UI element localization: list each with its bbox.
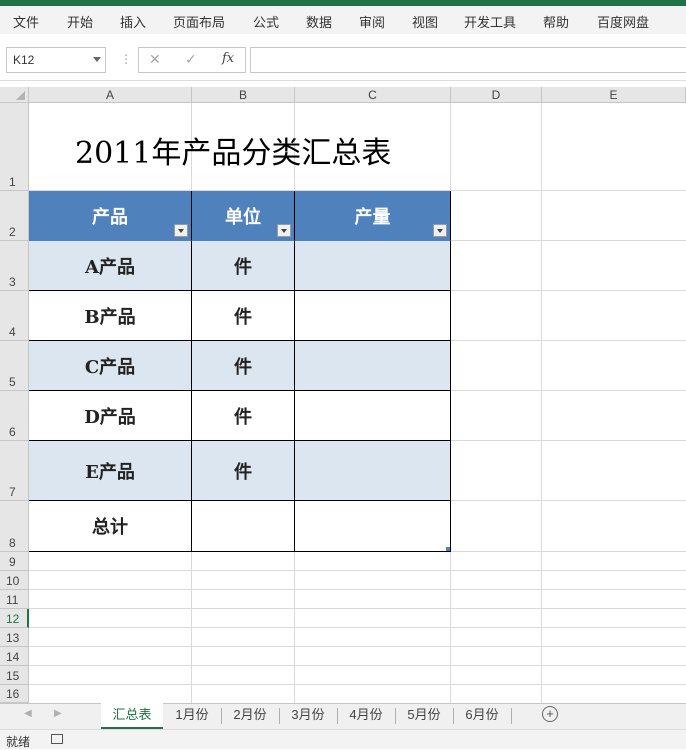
header-cell-output[interactable]: 产量 [295,191,451,241]
row-header-6[interactable]: 6 [0,391,29,441]
scroll-left-icon[interactable]: ◀ [24,708,32,719]
ribbon-tab-help[interactable]: 帮助 [543,12,569,31]
filter-dropdown-icon[interactable] [433,224,447,237]
ribbon-tab-view[interactable]: 视图 [412,12,438,31]
row-header-4[interactable]: 4 [0,291,29,341]
insert-function-icon[interactable]: fx [222,51,234,66]
row-header-10[interactable]: 10 [0,571,29,590]
tab-separator [395,708,396,724]
row-header-12[interactable]: 12 [0,609,29,628]
add-sheet-icon[interactable]: + [542,706,558,722]
row-header-7[interactable]: 7 [0,441,29,501]
tab-separator [511,708,512,724]
row-header-16[interactable]: 16 [0,685,29,703]
status-text: 就绪 [6,735,31,749]
scroll-right-icon[interactable]: ▶ [54,708,62,719]
more-options-icon[interactable]: ⋮ [120,52,132,66]
tab-separator [337,708,338,724]
tab-separator [453,708,454,724]
chevron-down-icon[interactable] [93,57,101,62]
sheet-tab-apr[interactable]: 4月份 [339,703,393,727]
filter-dropdown-icon[interactable] [174,224,188,237]
ribbon-tabs: 文件 开始 插入 页面布局 公式 数据 审阅 视图 开发工具 帮助 百度网盘 [0,6,686,34]
table-cell[interactable]: C产品 [29,341,192,391]
column-header-e[interactable]: E [542,87,686,103]
row-header-5[interactable]: 5 [0,341,29,391]
header-cell-unit[interactable]: 单位 [192,191,295,241]
row-header-15[interactable]: 15 [0,666,29,685]
formula-buttons: ✕ ✓ fx [138,47,246,73]
status-bar: 就绪 [0,729,686,749]
sheet-tab-feb[interactable]: 2月份 [223,703,277,727]
row-header-14[interactable]: 14 [0,647,29,666]
row-header-11[interactable]: 11 [0,590,29,609]
table-cell[interactable] [295,291,451,341]
sheet-tab-jun[interactable]: 6月份 [455,703,509,727]
tab-separator [221,708,222,724]
row-header-1[interactable]: 1 [0,103,29,191]
sheet-tab-mar[interactable]: 3月份 [281,703,335,727]
table-cell[interactable] [192,501,295,552]
ribbon-tab-insert[interactable]: 插入 [120,12,146,31]
ribbon-tab-file[interactable]: 文件 [13,12,39,31]
header-label: 单位 [225,206,261,228]
table-cell[interactable]: 件 [192,291,295,341]
formula-input[interactable] [250,47,686,73]
table-cell[interactable] [295,341,451,391]
enter-icon[interactable]: ✓ [185,51,197,68]
ribbon-tab-page-layout[interactable]: 页面布局 [173,12,225,31]
row-header-8[interactable]: 8 [0,501,29,552]
row-header-13[interactable]: 13 [0,628,29,647]
table-cell[interactable]: 件 [192,241,295,291]
filter-dropdown-icon[interactable] [277,224,291,237]
column-header-b[interactable]: B [192,87,295,103]
sheet-tab-summary[interactable]: 汇总表 [101,703,163,729]
macro-record-icon[interactable] [51,734,63,744]
row-header-3[interactable]: 3 [0,241,29,291]
row-header-2[interactable]: 2 [0,191,29,241]
table-cell[interactable]: 件 [192,341,295,391]
header-label: 产量 [354,206,391,228]
table-cell[interactable] [295,391,451,441]
name-box-value: K12 [13,53,35,67]
column-header-a[interactable]: A [29,87,192,103]
table-cell[interactable] [295,241,451,291]
ribbon-tab-baidu-netdisk[interactable]: 百度网盘 [597,12,649,31]
sheet-title[interactable]: 2011年产品分类汇总表 [75,128,391,172]
table-cell[interactable]: D产品 [29,391,192,441]
ribbon-tab-home[interactable]: 开始 [67,12,93,31]
sheet-tab-jan[interactable]: 1月份 [165,703,219,727]
table-cell[interactable] [295,441,451,501]
ribbon-tab-formulas[interactable]: 公式 [253,12,279,31]
sheet-tab-may[interactable]: 5月份 [397,703,451,727]
ribbon-tab-developer[interactable]: 开发工具 [464,12,516,31]
column-header-d[interactable]: D [451,87,542,103]
table-cell-total-label[interactable]: 总计 [29,501,192,552]
name-box[interactable]: K12 [6,47,106,73]
column-header-c[interactable]: C [295,87,451,103]
table-cell[interactable]: 件 [192,391,295,441]
table-cell[interactable] [295,501,451,552]
table-cell[interactable]: E产品 [29,441,192,501]
header-label: 产品 [92,206,128,228]
select-all-corner[interactable] [0,87,29,103]
row-header-9[interactable]: 9 [0,552,29,571]
table-resize-handle[interactable] [446,547,450,551]
table-cell[interactable]: 件 [192,441,295,501]
ribbon-tab-review[interactable]: 审阅 [359,12,385,31]
table-cell[interactable]: B产品 [29,291,192,341]
table-cell[interactable]: A产品 [29,241,192,291]
cancel-icon[interactable]: ✕ [149,51,161,68]
tab-separator [279,708,280,724]
header-cell-product[interactable]: 产品 [29,191,192,241]
ribbon-tab-data[interactable]: 数据 [306,12,332,31]
